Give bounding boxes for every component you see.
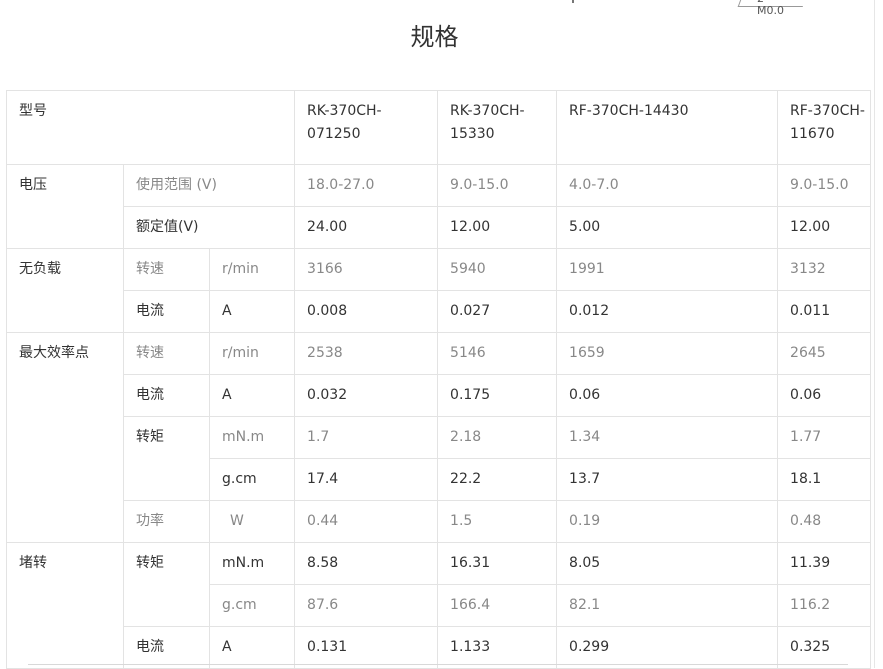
table-cell: 0.131	[294, 626, 439, 669]
table-cell: 16.31	[437, 542, 558, 585]
unit-cell: g.cm	[208, 584, 296, 627]
row-label: 转速	[123, 332, 210, 375]
table-row-noload-speed: 无负载 转速 r/min 3166 5940 1991 3132	[6, 248, 872, 333]
unit-cell: r/min	[208, 248, 296, 291]
table-cell: 0.008	[294, 290, 439, 333]
table-cell: 1.5	[437, 500, 558, 543]
table-cell: 0.032	[294, 374, 439, 417]
bottom-scrollbar[interactable]	[28, 664, 848, 669]
table-cell: 0.19	[556, 500, 779, 543]
row-label: 转矩	[123, 542, 210, 627]
table-cell: 1659	[556, 332, 779, 375]
header-model-label: 型号	[5, 90, 296, 165]
table-cell: 9.0-15.0	[777, 164, 872, 207]
table-cell: 12.00	[437, 206, 558, 249]
unit-cell: g.cm	[208, 458, 296, 501]
table-cell: 11.39	[777, 542, 872, 585]
fragment-text: 2 M0.0	[757, 0, 784, 17]
table-cell: 1.133	[437, 626, 558, 669]
table-row-maxeff-current: 电流 A 0.032 0.175 0.06 0.06	[7, 374, 872, 417]
table-cell: 3166	[294, 248, 439, 291]
table-row-maxeff-power: 功率 W 0.44 1.5 0.19 0.48	[7, 500, 872, 543]
table-row-maxeff-speed: 最大效率点 转速 r/min 2538 5146 1659 2645	[6, 332, 872, 543]
fragment-line	[572, 0, 574, 3]
unit-cell: mN.m	[208, 542, 296, 585]
unit-cell: r/min	[208, 332, 296, 375]
row-label: 电流	[123, 374, 210, 417]
table-cell: 8.58	[294, 542, 439, 585]
table-cell: 24.00	[294, 206, 439, 249]
table-cell: 3132	[777, 248, 872, 291]
table-row-voltage-rated: 额定值(V) 24.00 12.00 5.00 12.00	[7, 206, 872, 249]
table-cell: 0.06	[556, 374, 779, 417]
table-cell: 0.48	[777, 500, 872, 543]
table-cell: 1991	[556, 248, 779, 291]
table-cell: 2538	[294, 332, 439, 375]
table-cell: 4.0-7.0	[556, 164, 779, 207]
table-cell: 2645	[777, 332, 872, 375]
table-row-maxeff-torque-mn: 转矩 mN.m 1.7 2.18 1.34 1.77	[7, 416, 872, 501]
row-label: 转速	[123, 248, 210, 291]
table-cell: 87.6	[294, 584, 439, 627]
table-row-model: 型号 RK-370CH- 071250 RK-370CH- 15330 RF-370…	[5, 90, 872, 165]
model-cell: RF-370CH- 11670	[777, 90, 872, 165]
table-cell: 12.00	[777, 206, 872, 249]
table-row-voltage-range: 电压 使用范围 (V) 18.0-27.0 9.0-15.0 4.0-7.0 9…	[6, 164, 872, 249]
unit-cell: A	[208, 374, 296, 417]
row-label: 功率	[123, 500, 210, 543]
unit-cell: W	[208, 500, 296, 543]
table-cell: 0.175	[437, 374, 558, 417]
table-row-stall-torque-mn: 堵转 转矩 mN.m 8.58 16.31 8.05 11.39	[6, 542, 872, 669]
row-label: 额定值(V)	[122, 206, 296, 249]
table-cell: 5940	[437, 248, 558, 291]
table-cell: 22.2	[437, 458, 558, 501]
table-row-stall-current: 电流 A 0.131 1.133 0.299 0.325	[7, 626, 872, 669]
model-cell: RK-370CH- 15330	[437, 90, 558, 165]
unit-cell: A	[208, 626, 296, 669]
table-cell: 116.2	[777, 584, 872, 627]
table-cell: 0.011	[777, 290, 872, 333]
table-cell: 2.18	[437, 416, 558, 459]
table-cell: 18.1	[777, 458, 872, 501]
table-cell: 1.7	[294, 416, 439, 459]
table-cell: 0.06	[777, 374, 872, 417]
table-row-noload-current: 电流 A 0.008 0.027 0.012 0.011	[7, 290, 872, 333]
group-max-efficiency: 最大效率点	[6, 332, 124, 543]
model-cell: RK-370CH- 071250	[294, 90, 439, 165]
row-label: 电流	[123, 290, 210, 333]
table-cell: 0.027	[437, 290, 558, 333]
unit-cell: mN.m	[208, 416, 296, 459]
row-label: 转矩	[123, 416, 210, 501]
table-cell: 0.299	[556, 626, 779, 669]
table-cell: 18.0-27.0	[294, 164, 439, 207]
model-cell: RF-370CH-14430	[556, 90, 779, 165]
unit-cell: A	[208, 290, 296, 333]
table-cell: 1.77	[777, 416, 872, 459]
table-cell: 17.4	[294, 458, 439, 501]
right-divider	[874, 0, 875, 668]
table-cell: 1.34	[556, 416, 779, 459]
table-cell: 0.325	[777, 626, 872, 669]
table-cell: 9.0-15.0	[437, 164, 558, 207]
row-label: 电流	[123, 626, 210, 669]
table-cell: 13.7	[556, 458, 779, 501]
table-cell: 166.4	[437, 584, 558, 627]
table-cell: 5146	[437, 332, 558, 375]
table-cell: 0.012	[556, 290, 779, 333]
table-cell: 82.1	[556, 584, 779, 627]
page-title: 规格	[410, 23, 459, 51]
group-stall: 堵转	[6, 542, 124, 669]
spec-table: 型号 RK-370CH- 071250 RK-370CH- 15330 RF-370…	[5, 90, 872, 669]
group-voltage: 电压	[6, 164, 124, 249]
table-cell: 5.00	[556, 206, 779, 249]
row-label: 使用范围 (V)	[122, 164, 296, 207]
table-cell: 8.05	[556, 542, 779, 585]
group-no-load: 无负载	[6, 248, 124, 333]
table-cell: 0.44	[294, 500, 439, 543]
